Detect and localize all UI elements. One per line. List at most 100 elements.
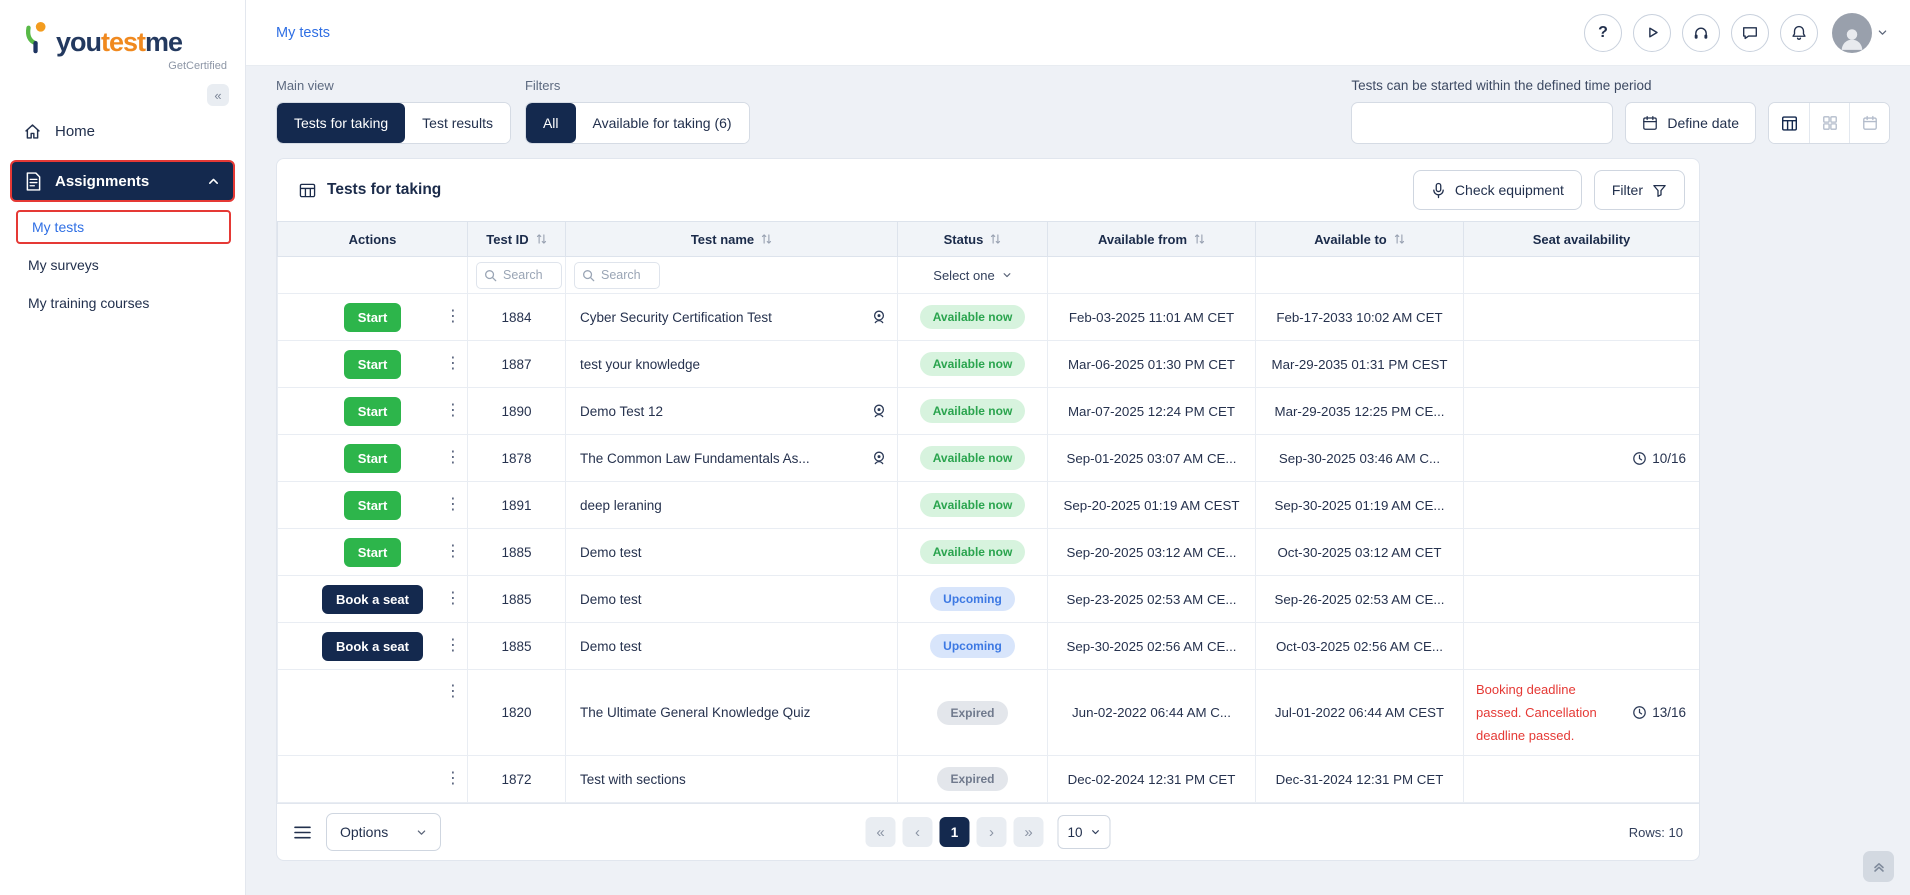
avatar: [1832, 13, 1872, 53]
menu-icon[interactable]: [293, 825, 312, 840]
table-row: Book a seat⋮1885Demo testUpcomingSep-23-…: [278, 576, 1700, 623]
topbar: My tests ?: [246, 0, 1910, 66]
row-menu-button[interactable]: ⋮: [442, 591, 464, 607]
row-menu-button[interactable]: ⋮: [442, 638, 464, 654]
table-view-button[interactable]: [1769, 103, 1809, 143]
column-header-available-to[interactable]: Available to: [1256, 222, 1464, 257]
book-a-seat-button[interactable]: Book a seat: [322, 585, 423, 614]
sidebar-item-label: My training courses: [28, 295, 149, 311]
prev-page-button[interactable]: ‹: [902, 817, 932, 847]
sort-icon[interactable]: [1194, 233, 1205, 245]
help-button[interactable]: ?: [1584, 14, 1622, 52]
page-1-button[interactable]: 1: [939, 817, 969, 847]
options-dropdown[interactable]: Options: [326, 813, 441, 851]
status-badge: Available now: [920, 352, 1026, 376]
available-to: Sep-30-2025 03:46 AM C...: [1256, 435, 1464, 482]
start-button[interactable]: Start: [344, 350, 402, 379]
scroll-top-icon: [1872, 860, 1886, 874]
row-menu-button[interactable]: ⋮: [442, 450, 464, 466]
start-button[interactable]: Start: [344, 444, 402, 473]
chevron-up-icon: [207, 175, 220, 188]
messages-button[interactable]: [1731, 14, 1769, 52]
last-page-button[interactable]: »: [1013, 817, 1043, 847]
available-from: Sep-20-2025 03:12 AM CE...: [1048, 529, 1256, 576]
chevron-down-icon: [1877, 27, 1888, 38]
table-row: Start⋮1887test your knowledgeAvailable n…: [278, 341, 1700, 388]
row-menu-button[interactable]: ⋮: [442, 771, 464, 787]
test-id: 1891: [468, 482, 566, 529]
sidebar-item-home[interactable]: Home: [10, 110, 235, 152]
available-to: Oct-03-2025 02:56 AM CE...: [1256, 623, 1464, 670]
row-menu-button[interactable]: ⋮: [442, 309, 464, 325]
tests-for-taking-tab[interactable]: Tests for taking: [277, 103, 405, 143]
start-button[interactable]: Start: [344, 491, 402, 520]
sidebar-collapse-button[interactable]: «: [207, 84, 229, 106]
sort-icon[interactable]: [536, 233, 547, 245]
test-name-search-input[interactable]: [601, 268, 652, 282]
table-filter-row: Select one: [278, 257, 1700, 294]
scroll-to-top-button[interactable]: [1863, 851, 1894, 882]
next-page-button[interactable]: ›: [976, 817, 1006, 847]
sidebar-item-my-tests[interactable]: My tests: [16, 210, 231, 244]
sort-icon[interactable]: [761, 233, 772, 245]
row-menu-button[interactable]: ⋮: [442, 356, 464, 372]
test-name-search: [574, 262, 660, 289]
available-from: Feb-03-2025 11:01 AM CET: [1048, 294, 1256, 341]
start-button[interactable]: Start: [344, 538, 402, 567]
column-header-available-from[interactable]: Available from: [1048, 222, 1256, 257]
notifications-button[interactable]: [1780, 14, 1818, 52]
filters-label: Filters: [525, 78, 750, 93]
test-name: The Common Law Fundamentals As...: [580, 451, 810, 466]
sidebar-item-my-training-courses[interactable]: My training courses: [14, 284, 235, 322]
filter-button[interactable]: Filter: [1594, 170, 1685, 210]
tour-button[interactable]: [1633, 14, 1671, 52]
breadcrumb[interactable]: My tests: [276, 25, 330, 41]
test-name: Test with sections: [580, 772, 686, 787]
test-id-search-input[interactable]: [503, 268, 554, 282]
start-button[interactable]: Start: [344, 397, 402, 426]
page-size-select[interactable]: 10: [1057, 815, 1110, 849]
availability-filter: All Available for taking (6): [525, 102, 750, 144]
sort-icon[interactable]: [990, 233, 1001, 245]
column-header-test-name[interactable]: Test name: [566, 222, 898, 257]
available-to: Mar-29-2035 12:25 PM CE...: [1256, 388, 1464, 435]
date-range-input[interactable]: [1351, 102, 1613, 144]
status-badge: Available now: [920, 446, 1026, 470]
sidebar-item-assignments[interactable]: Assignments: [10, 160, 235, 202]
row-menu-button[interactable]: ⋮: [442, 403, 464, 419]
clock-icon: [1632, 451, 1647, 466]
define-date-button[interactable]: Define date: [1625, 102, 1756, 144]
available-from: Mar-06-2025 01:30 PM CET: [1048, 341, 1256, 388]
filter-all-button[interactable]: All: [526, 103, 576, 143]
sort-icon[interactable]: [1394, 233, 1405, 245]
book-a-seat-button[interactable]: Book a seat: [322, 632, 423, 661]
row-menu-button[interactable]: ⋮: [442, 684, 464, 700]
user-menu[interactable]: [1832, 13, 1888, 53]
start-button[interactable]: Start: [344, 303, 402, 332]
first-page-button[interactable]: «: [865, 817, 895, 847]
support-button[interactable]: [1682, 14, 1720, 52]
table-row: Start⋮1878The Common Law Fundamentals As…: [278, 435, 1700, 482]
date-period-caption: Tests can be started within the defined …: [1351, 78, 1651, 93]
test-name: The Ultimate General Knowledge Quiz: [580, 705, 810, 720]
table-row: ⋮1820The Ultimate General Knowledge Quiz…: [278, 670, 1700, 756]
main-content: My tests ?: [246, 0, 1910, 895]
row-menu-button[interactable]: ⋮: [442, 544, 464, 560]
status-badge: Available now: [920, 399, 1026, 423]
test-results-tab[interactable]: Test results: [405, 103, 510, 143]
grid-view-button[interactable]: [1809, 103, 1849, 143]
sidebar-item-my-surveys[interactable]: My surveys: [14, 246, 235, 284]
check-equipment-button[interactable]: Check equipment: [1413, 170, 1582, 210]
filter-available-for-taking-button[interactable]: Available for taking (6): [576, 103, 749, 143]
column-header-test-id[interactable]: Test ID: [468, 222, 566, 257]
table-row: Start⋮1884Cyber Security Certification T…: [278, 294, 1700, 341]
test-id: 1885: [468, 576, 566, 623]
test-name: Demo test: [580, 639, 642, 654]
row-menu-button[interactable]: ⋮: [442, 497, 464, 513]
available-to: Oct-30-2025 03:12 AM CET: [1256, 529, 1464, 576]
column-header-status[interactable]: Status: [898, 222, 1048, 257]
home-icon: [23, 122, 42, 141]
status-filter-select[interactable]: Select one: [898, 268, 1047, 283]
seat-availability: 10/16: [1632, 451, 1686, 466]
calendar-view-button[interactable]: [1849, 103, 1889, 143]
